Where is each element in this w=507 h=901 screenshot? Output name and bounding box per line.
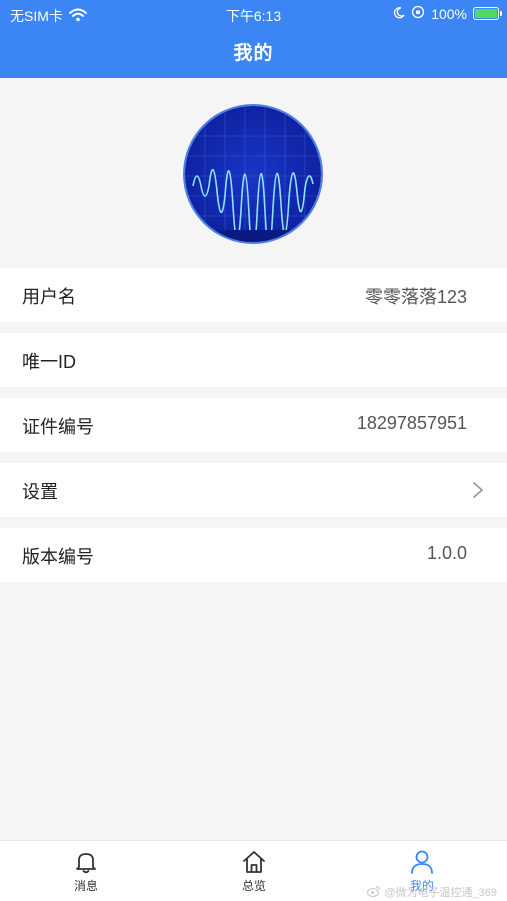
tab-overview[interactable]: 总览 xyxy=(204,849,304,894)
bell-icon xyxy=(73,849,99,875)
battery-icon xyxy=(473,7,502,20)
watermark-text: @微为电子温控通_369 xyxy=(384,887,497,899)
tab-messages-label: 消息 xyxy=(73,879,98,893)
weibo-icon xyxy=(367,885,381,900)
row-username: 用户名 零零落落123 xyxy=(0,268,507,322)
moon-icon xyxy=(393,6,405,22)
row-unique-id: 唯一ID xyxy=(0,333,507,387)
row-settings[interactable]: 设置 xyxy=(0,463,507,517)
rotation-lock-icon xyxy=(411,5,425,22)
settings-label: 设置 xyxy=(22,482,58,502)
user-icon xyxy=(409,849,435,875)
certificate-number-label: 证件编号 xyxy=(22,417,94,437)
tab-overview-label: 总览 xyxy=(241,879,266,893)
home-icon xyxy=(241,849,267,875)
battery-percent: 100% xyxy=(431,5,467,22)
chevron-right-icon xyxy=(471,481,485,499)
status-right: 100% xyxy=(393,5,502,22)
page-title: 我的 xyxy=(233,43,274,64)
version-label: 版本编号 xyxy=(22,547,94,567)
unique-id-label: 唯一ID xyxy=(22,352,76,372)
avatar[interactable] xyxy=(185,106,321,242)
row-certificate-number: 证件编号 18297857951 xyxy=(0,398,507,452)
username-label: 用户名 xyxy=(22,287,76,307)
version-value: 1.0.0 xyxy=(426,543,467,563)
battery-level xyxy=(475,9,497,18)
row-version: 版本编号 1.0.0 xyxy=(0,528,507,582)
avatar-section xyxy=(0,78,507,268)
username-value: 零零落落123 xyxy=(364,287,467,307)
watermark: @微为电子温控通_369 xyxy=(367,884,497,900)
tab-messages[interactable]: 消息 xyxy=(36,849,136,894)
header-bar: 无SIM卡 下午6:13 100% 我的 xyxy=(0,0,507,78)
status-bar: 无SIM卡 下午6:13 100% xyxy=(0,0,507,28)
certificate-number-value: 18297857951 xyxy=(356,413,467,433)
